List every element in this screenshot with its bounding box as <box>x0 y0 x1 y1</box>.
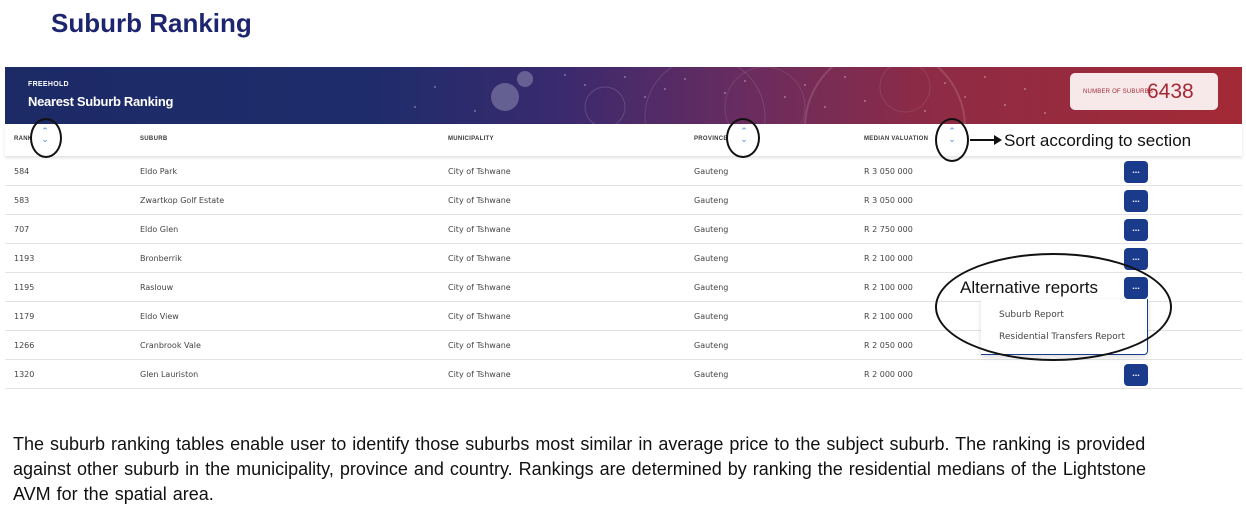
cell-rank: 1195 <box>14 283 35 292</box>
cell-municipality: City of Tshwane <box>448 167 511 176</box>
cell-province: Gauteng <box>694 370 729 379</box>
column-header-province[interactable]: PROVINCE <box>694 136 728 142</box>
cell-rank: 1320 <box>14 370 35 379</box>
cell-province: Gauteng <box>694 254 729 263</box>
sort-median-highlight <box>935 118 969 162</box>
cell-median: R 2 100 000 <box>864 283 913 292</box>
widget-banner: FREEHOLD Nearest Suburb Ranking NUMBER O… <box>5 67 1242 124</box>
cell-suburb: Glen Lauriston <box>140 370 199 379</box>
cell-province: Gauteng <box>694 167 729 176</box>
more-options-button[interactable]: ... <box>1124 219 1148 241</box>
sort-rank-highlight <box>30 118 62 158</box>
cell-province: Gauteng <box>694 196 729 205</box>
cell-municipality: City of Tshwane <box>448 370 511 379</box>
cell-province: Gauteng <box>694 341 729 350</box>
column-header-median-valuation[interactable]: MEDIAN VALUATION <box>864 136 928 142</box>
alternative-reports-highlight <box>935 253 1172 361</box>
cell-median: R 2 750 000 <box>864 225 913 234</box>
more-options-button[interactable]: ... <box>1124 364 1148 386</box>
cell-province: Gauteng <box>694 312 729 321</box>
cell-rank: 1193 <box>14 254 35 263</box>
cell-suburb: Eldo Park <box>140 167 178 176</box>
banner-title: Nearest Suburb Ranking <box>28 94 174 109</box>
banner-decoration <box>414 67 1046 124</box>
cell-median: R 2 000 000 <box>864 370 913 379</box>
table-row: 707 Eldo Glen City of Tshwane Gauteng R … <box>5 215 1242 244</box>
cell-municipality: City of Tshwane <box>448 283 511 292</box>
column-header-suburb[interactable]: SUBURB <box>140 136 167 142</box>
arrow-icon <box>970 135 1002 145</box>
banner-subtitle: FREEHOLD <box>28 81 69 88</box>
cell-municipality: City of Tshwane <box>448 341 511 350</box>
cell-suburb: Eldo Glen <box>140 225 179 234</box>
cell-municipality: City of Tshwane <box>448 225 511 234</box>
slide-description: The suburb ranking tables enable user to… <box>13 434 1146 504</box>
table-row: 584 Eldo Park City of Tshwane Gauteng R … <box>5 157 1242 186</box>
more-options-button[interactable]: ... <box>1124 190 1148 212</box>
cell-rank: 583 <box>14 196 30 205</box>
cell-rank: 1179 <box>14 312 35 321</box>
cell-suburb: Bronberrik <box>140 254 182 263</box>
cell-municipality: City of Tshwane <box>448 312 511 321</box>
cell-rank: 1266 <box>14 341 35 350</box>
sort-callout-text: Sort according to section <box>1004 131 1192 150</box>
cell-median: R 2 100 000 <box>864 254 913 263</box>
suburb-count-box: NUMBER OF SUBURBS 6438 <box>1070 73 1218 110</box>
cell-suburb: Eldo View <box>140 312 179 321</box>
cell-municipality: City of Tshwane <box>448 196 511 205</box>
sort-province-highlight <box>726 118 760 158</box>
more-options-button[interactable]: ... <box>1124 161 1148 183</box>
cell-median: R 2 050 000 <box>864 341 913 350</box>
cell-suburb: Raslouw <box>140 283 174 292</box>
cell-suburb: Zwartkop Golf Estate <box>140 196 225 205</box>
cell-median: R 3 050 000 <box>864 167 913 176</box>
cell-rank: 584 <box>14 167 30 176</box>
suburb-count-label: NUMBER OF SUBURBS <box>1083 89 1154 95</box>
cell-median: R 3 050 000 <box>864 196 913 205</box>
cell-suburb: Cranbrook Vale <box>140 341 201 350</box>
table-row: 1320 Glen Lauriston City of Tshwane Gaut… <box>5 360 1242 389</box>
cell-province: Gauteng <box>694 225 729 234</box>
cell-province: Gauteng <box>694 283 729 292</box>
cell-municipality: City of Tshwane <box>448 254 511 263</box>
cell-rank: 707 <box>14 225 30 234</box>
column-header-municipality[interactable]: MUNICIPALITY <box>448 136 494 142</box>
alternative-reports-callout-text: Alternative reports <box>960 278 1098 297</box>
suburb-count-value: 6438 <box>1147 80 1194 103</box>
slide-title: Suburb Ranking <box>51 8 252 38</box>
table-row: 583 Zwartkop Golf Estate City of Tshwane… <box>5 186 1242 215</box>
cell-median: R 2 100 000 <box>864 312 913 321</box>
